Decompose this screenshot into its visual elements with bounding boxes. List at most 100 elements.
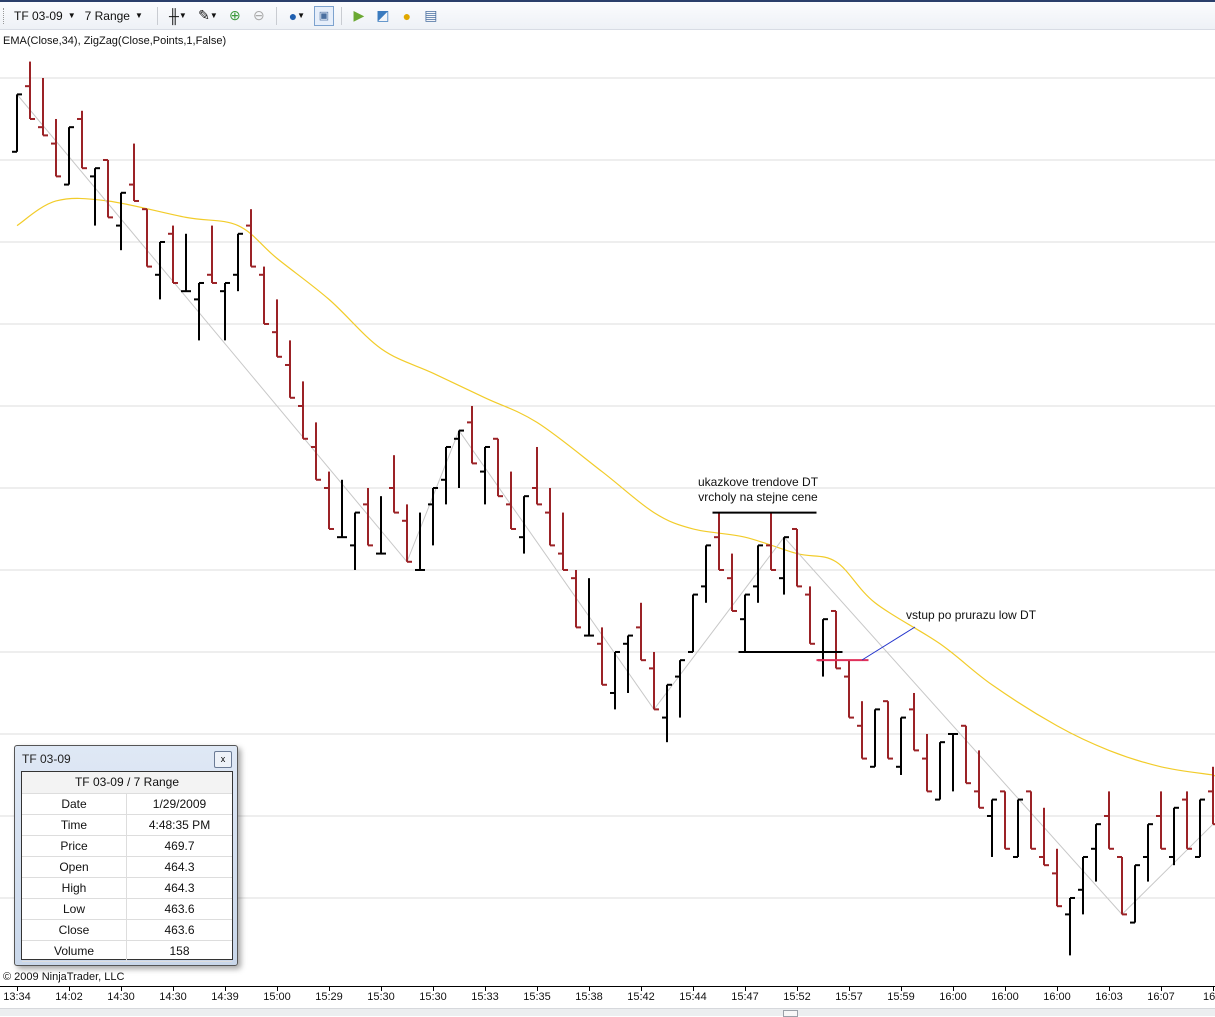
ohlc-bar [1026, 790, 1036, 850]
x-axis-tick-label: 16:1 [1203, 991, 1215, 1003]
ohlc-bar [389, 455, 399, 514]
ohlc-bar [454, 429, 464, 488]
ohlc-bar [1013, 798, 1023, 858]
ohlc-bar [987, 798, 997, 857]
data-box-key: Close [22, 920, 127, 940]
ohlc-bar [792, 527, 802, 588]
ohlc-bar [701, 544, 711, 603]
data-box-table: TF 03-09 / 7 Range Date 1/29/2009 Time 4:48… [21, 771, 233, 962]
ohlc-bar [12, 93, 22, 153]
ohlc-bar [584, 578, 594, 637]
ohlc-bar [1078, 855, 1088, 915]
data-box-row: Date 1/29/2009 [22, 794, 232, 815]
data-box-window[interactable]: TF 03-09 x TF 03-09 / 7 Range Date 1/29/2… [14, 745, 238, 966]
x-axis-tick-label: 15:30 [367, 991, 395, 1003]
ohlc-bar [532, 446, 542, 506]
data-box-value: 464.3 [164, 860, 195, 874]
ohlc-bar [168, 225, 178, 284]
ohlc-bar [870, 708, 880, 768]
x-axis-tick-label: 16:00 [1043, 991, 1071, 1003]
x-axis-tick-label: 16:00 [939, 991, 967, 1003]
ohlc-bar [883, 700, 893, 760]
data-box-row: Price 469.7 [22, 836, 232, 857]
x-axis-tick-label: 14:39 [211, 991, 239, 1003]
data-box-value: 464.3 [164, 881, 195, 895]
ohlc-bar [428, 486, 438, 546]
ohlc-bar [129, 143, 139, 202]
ohlc-bar [779, 536, 789, 595]
data-box-value: 1/29/2009 [152, 797, 207, 811]
x-axis-tick-label: 14:30 [159, 991, 187, 1003]
ohlc-bar [519, 495, 529, 554]
ohlc-bar [545, 487, 555, 547]
ohlc-bar [350, 511, 360, 570]
ohlc-bar [1091, 823, 1101, 882]
ohlc-bar [1156, 791, 1166, 850]
data-box-row: Time 4:48:35 PM [22, 815, 232, 836]
x-axis-tick-label: 15:44 [679, 991, 707, 1003]
ohlc-bar [753, 544, 763, 603]
ohlc-bar [909, 692, 919, 752]
x-axis-tick-label: 15:59 [887, 991, 915, 1003]
ohlc-bar [1065, 896, 1075, 956]
data-box-key: High [22, 878, 127, 898]
data-box-value: 469.7 [164, 839, 195, 853]
ohlc-bar [220, 281, 230, 341]
annotation-line-2: vrcholy na stejne cene [698, 490, 818, 504]
ohlc-bar [194, 281, 204, 341]
x-axis-tick-label: 15:38 [575, 991, 603, 1003]
data-box-value: 463.6 [164, 902, 195, 916]
data-box-value: 463.6 [164, 923, 195, 937]
ohlc-bar [818, 618, 828, 677]
ohlc-bar [1182, 791, 1192, 850]
ohlc-bar [311, 422, 321, 481]
ohlc-bar [285, 340, 295, 399]
data-box-key: Price [22, 836, 127, 856]
x-axis-tick-label: 15:30 [419, 991, 447, 1003]
ohlc-bar [272, 299, 282, 358]
ohlc-bar [558, 512, 568, 571]
ohlc-bar [64, 126, 74, 186]
ohlc-bar [688, 593, 698, 653]
ohlc-bar [844, 660, 854, 719]
copyright: © 2009 NinjaTrader, LLC [3, 971, 125, 983]
data-box-key: Time [22, 815, 127, 835]
ohlc-bar [675, 659, 685, 718]
x-axis-tick-label: 13:34 [3, 991, 31, 1003]
ohlc-bar [142, 208, 152, 268]
x-axis-tick-label: 16:00 [991, 991, 1019, 1003]
data-box-title: TF 03-09 [22, 752, 71, 766]
ohlc-bar [805, 586, 815, 645]
ohlc-bar [376, 496, 386, 555]
annotation-pointer-line [861, 626, 916, 661]
ohlc-bar [922, 733, 932, 793]
ohlc-bar [480, 445, 490, 505]
x-axis-tick-label: 15:35 [523, 991, 551, 1003]
data-box-header: TF 03-09 / 7 Range [22, 772, 232, 794]
close-icon[interactable]: x [214, 751, 232, 768]
ohlc-bar [207, 225, 217, 284]
data-box-row: Volume 158 [22, 941, 232, 962]
x-axis-tick-label: 14:02 [55, 991, 83, 1003]
ohlc-bar [259, 266, 269, 325]
ohlc-bar [896, 716, 906, 775]
ohlc-bar [38, 77, 48, 137]
ohlc-bar [597, 627, 607, 686]
ohlc-bar [1143, 823, 1153, 882]
ohlc-bar [1130, 864, 1140, 924]
ohlc-bar [623, 634, 633, 693]
x-axis-line [0, 986, 1215, 987]
x-axis-tick-label: 14:30 [107, 991, 135, 1003]
ohlc-bar [649, 651, 659, 711]
x-axis-tick-label: 15:52 [783, 991, 811, 1003]
data-box-row: Open 464.3 [22, 857, 232, 878]
scrollbar-thumb[interactable] [783, 1010, 798, 1017]
ohlc-bar [740, 593, 750, 652]
data-box-key: Date [22, 794, 127, 814]
ohlc-bar [1195, 798, 1205, 858]
ohlc-bar [935, 741, 945, 801]
ohlc-bar [571, 569, 581, 629]
annotation-entry: vstup po prurazu low DT [906, 608, 1037, 622]
x-axis-tick-label: 15:33 [471, 991, 499, 1003]
data-box-row: Close 463.6 [22, 920, 232, 941]
